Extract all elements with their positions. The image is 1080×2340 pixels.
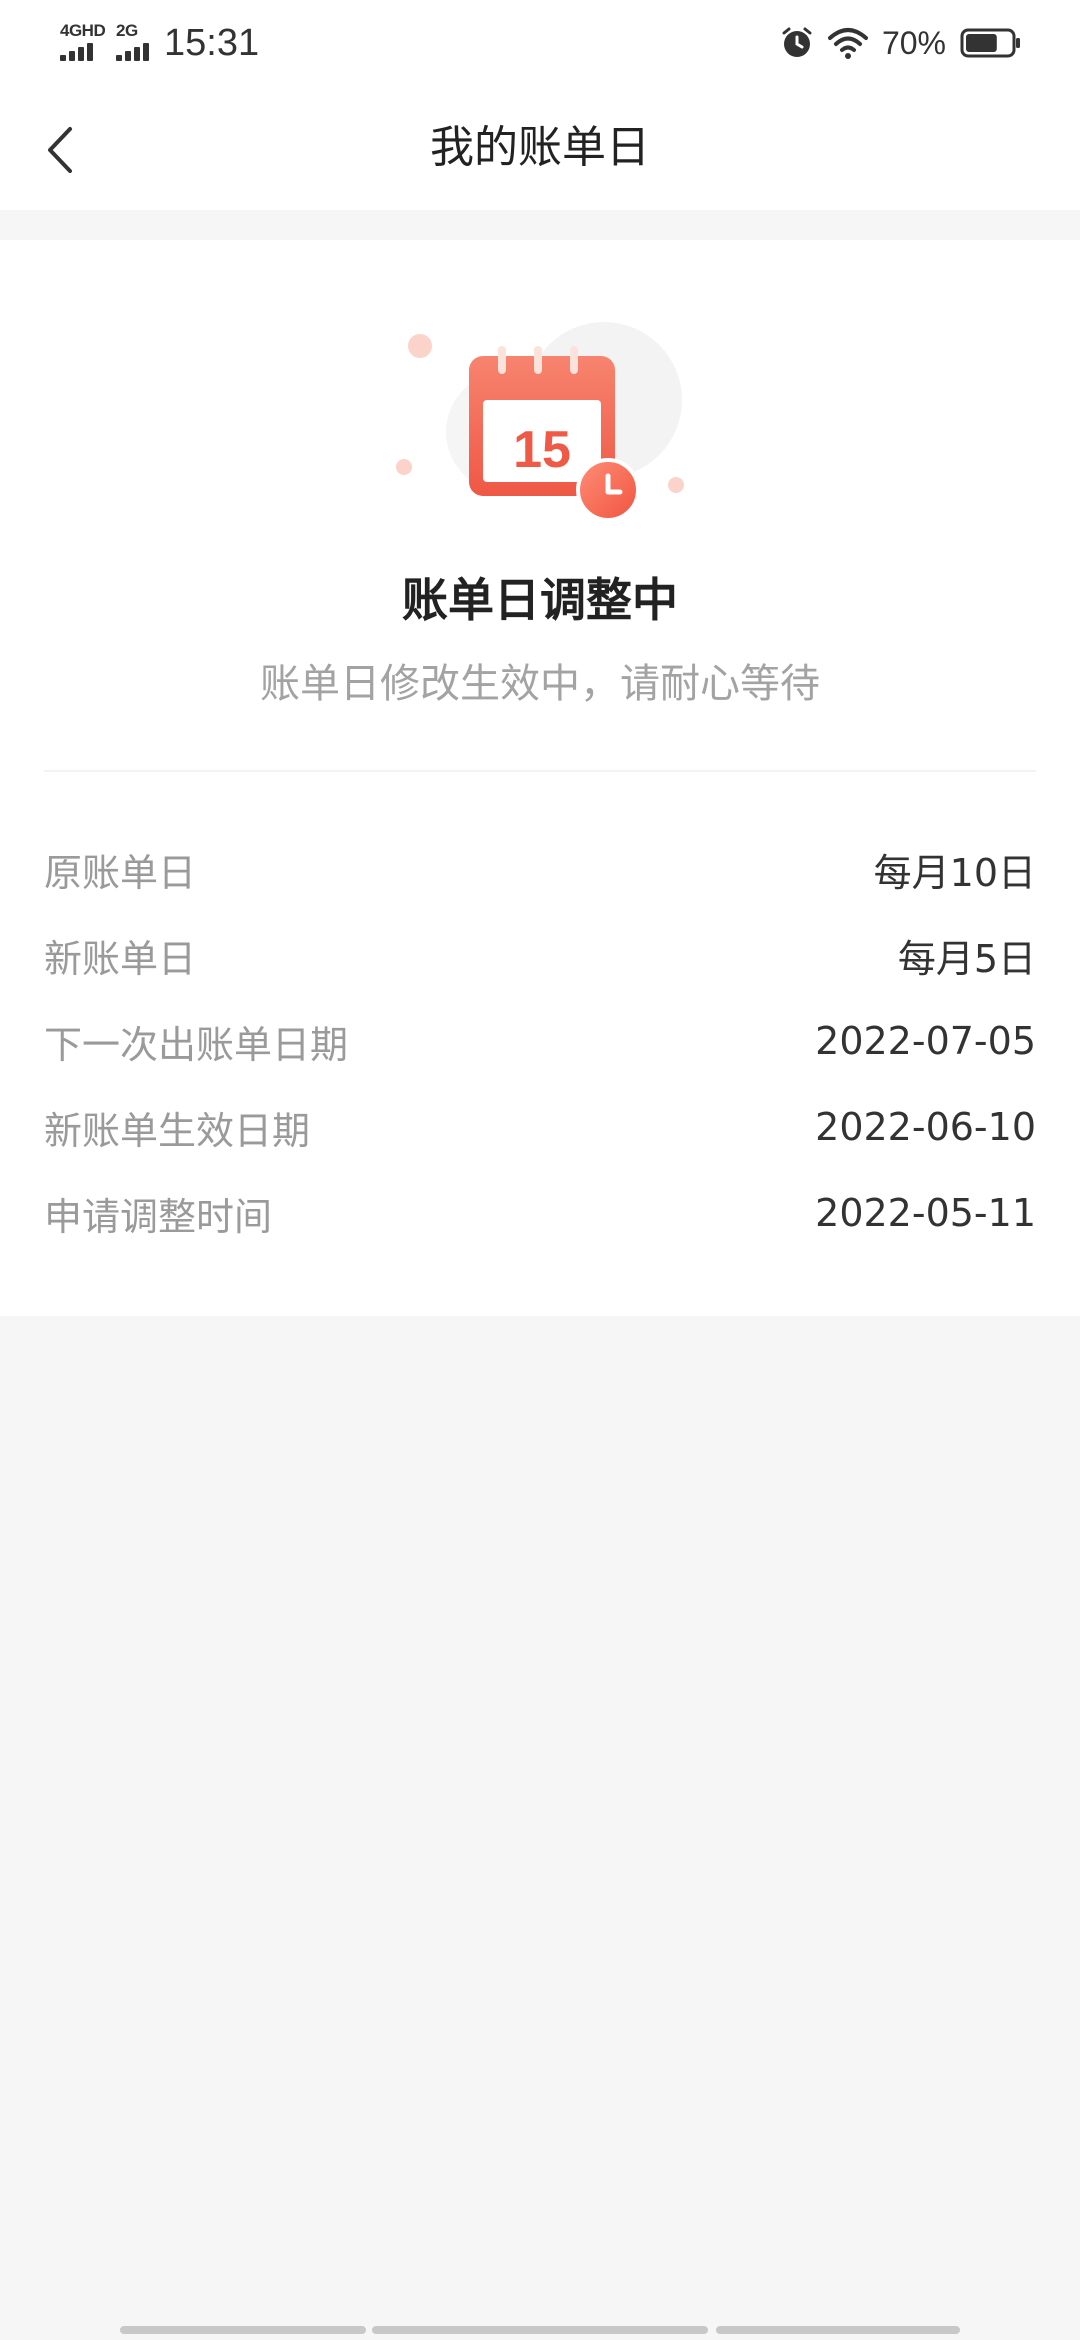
status-time: 15:31	[164, 22, 260, 64]
signal-bars-icon	[116, 43, 149, 61]
battery-percent: 70%	[881, 24, 946, 61]
bill-day-details: 原账单日 每月10日 新账单日 每月5日 下一次出账单日期 2022-07-05…	[44, 826, 1036, 1256]
network-type-label: 2G	[116, 21, 138, 40]
detail-label: 下一次出账单日期	[44, 1022, 349, 1067]
calendar-clock-icon: 15	[396, 322, 684, 522]
wifi-icon	[827, 28, 868, 59]
battery-icon	[960, 28, 1020, 58]
gesture-bar[interactable]	[0, 2326, 1080, 2334]
status-subtitle: 账单日修改生效中，请耐心等待	[260, 661, 820, 707]
detail-row-new-bill-day: 新账单日 每月5日	[44, 912, 1036, 998]
detail-label: 申请调整时间	[44, 1194, 273, 1239]
signal-4g: 4GHD	[60, 21, 106, 61]
detail-value: 每月10日	[873, 850, 1036, 895]
page-title: 我的账单日	[430, 122, 650, 173]
gesture-bar-segment	[372, 2326, 708, 2334]
nav-bar: 我的账单日	[0, 86, 1080, 210]
gesture-bar-segment	[120, 2326, 366, 2334]
network-type-label: 4GHD	[60, 21, 106, 40]
detail-row-next-statement-date: 下一次出账单日期 2022-07-05	[44, 998, 1036, 1084]
bill-day-card: 15 账单日调整中 账单日修改生效中，请耐心等待 原账单日 每月10日 新账单日…	[0, 240, 1080, 1316]
detail-value: 2022-05-11	[815, 1191, 1036, 1235]
detail-value: 2022-07-05	[815, 1019, 1036, 1063]
divider	[44, 770, 1036, 772]
detail-label: 新账单日	[44, 936, 197, 981]
status-icons: 70%	[780, 22, 1022, 64]
detail-row-effective-date: 新账单生效日期 2022-06-10	[44, 1084, 1036, 1170]
status-bar: 4GHD 2G 15:31 70%	[0, 0, 1080, 86]
detail-label: 新账单生效日期	[44, 1108, 311, 1153]
alarm-icon	[782, 27, 812, 57]
calendar-day: 15	[513, 421, 571, 479]
detail-label: 原账单日	[44, 850, 197, 895]
detail-row-request-time: 申请调整时间 2022-05-11	[44, 1170, 1036, 1256]
detail-value: 2022-06-10	[815, 1105, 1036, 1149]
detail-row-original-bill-day: 原账单日 每月10日	[44, 826, 1036, 912]
status-title: 账单日调整中	[402, 573, 678, 627]
gesture-bar-segment	[716, 2326, 960, 2334]
detail-value: 每月5日	[897, 936, 1036, 981]
signal-bars-icon	[60, 43, 93, 61]
signal-2g: 2G	[116, 22, 149, 61]
